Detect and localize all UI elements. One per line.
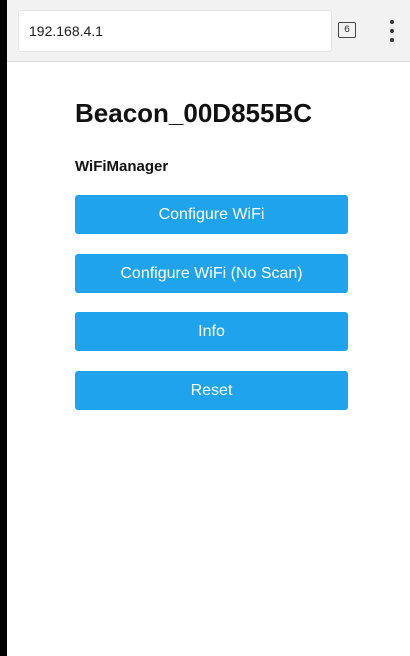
tab-count: 6 (343, 24, 350, 36)
reset-button[interactable]: Reset (75, 371, 348, 410)
configure-wifi-button[interactable]: Configure WiFi (75, 195, 348, 234)
tab-switcher-button[interactable]: 6 (338, 22, 356, 38)
configure-wifi-no-scan-button[interactable]: Configure WiFi (No Scan) (75, 254, 348, 293)
page-title: Beacon_00D855BC (75, 98, 313, 128)
more-vert-icon[interactable] (382, 20, 402, 42)
address-text: 192.168.4.1 (29, 23, 103, 39)
address-bar[interactable]: 192.168.4.1 (19, 11, 331, 51)
browser-toolbar: 192.168.4.1 6 (7, 0, 410, 62)
info-button[interactable]: Info (75, 312, 348, 351)
page-subtitle: WiFiManager (75, 158, 169, 175)
window-frame-edge (0, 0, 7, 656)
